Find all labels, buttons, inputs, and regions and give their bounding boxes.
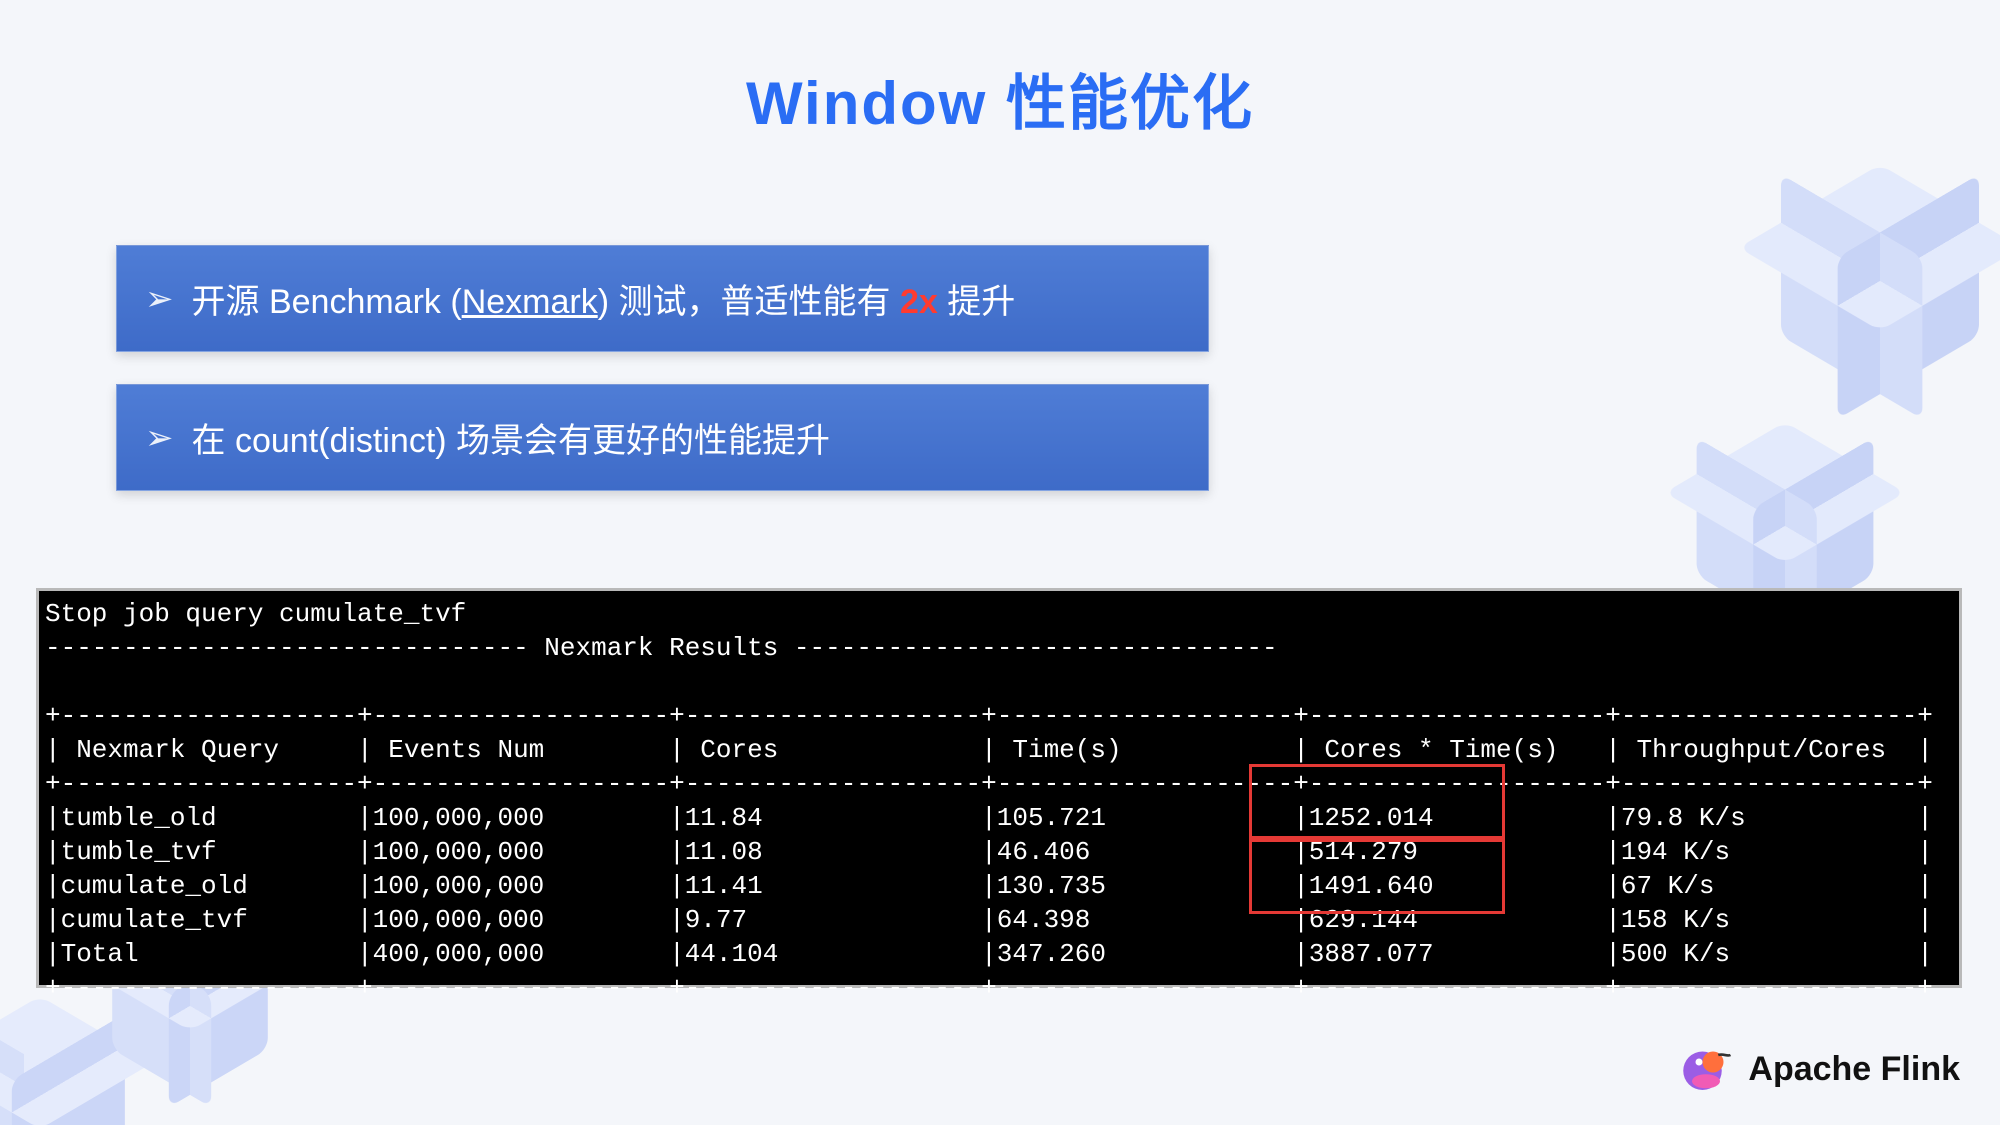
- nexmark-link[interactable]: Nexmark: [462, 283, 598, 321]
- bullet-list: ➢ 开源 Benchmark (Nexmark) 测试，普适性能有 2x 提升 …: [116, 245, 1209, 523]
- bullet-2-text: 在 count(distinct) 场景会有更好的性能提升: [192, 413, 831, 462]
- footer-brand: Apache Flink: [1678, 1041, 1960, 1097]
- terminal-output: Stop job query cumulate_tvf ------------…: [36, 588, 1962, 988]
- bullet-count-distinct: ➢ 在 count(distinct) 场景会有更好的性能提升: [116, 384, 1209, 491]
- flink-logo-icon: [1678, 1041, 1734, 1097]
- bullet-1-text: 开源 Benchmark (Nexmark) 测试，普适性能有 2x 提升: [192, 274, 1016, 323]
- chevron-right-icon: ➢: [145, 279, 174, 319]
- bullet-benchmark: ➢ 开源 Benchmark (Nexmark) 测试，普适性能有 2x 提升: [116, 245, 1209, 352]
- bullet-1-mid: ) 测试，普适性能有: [598, 283, 900, 321]
- bullet-1-highlight: 2x: [900, 283, 938, 321]
- brand-text: Apache Flink: [1748, 1050, 1960, 1089]
- slide-title: Window 性能优化: [0, 55, 2000, 142]
- bullet-1-pre: 开源 Benchmark (: [192, 283, 462, 321]
- bullet-1-post: 提升: [938, 283, 1015, 321]
- chevron-right-icon: ➢: [145, 418, 174, 458]
